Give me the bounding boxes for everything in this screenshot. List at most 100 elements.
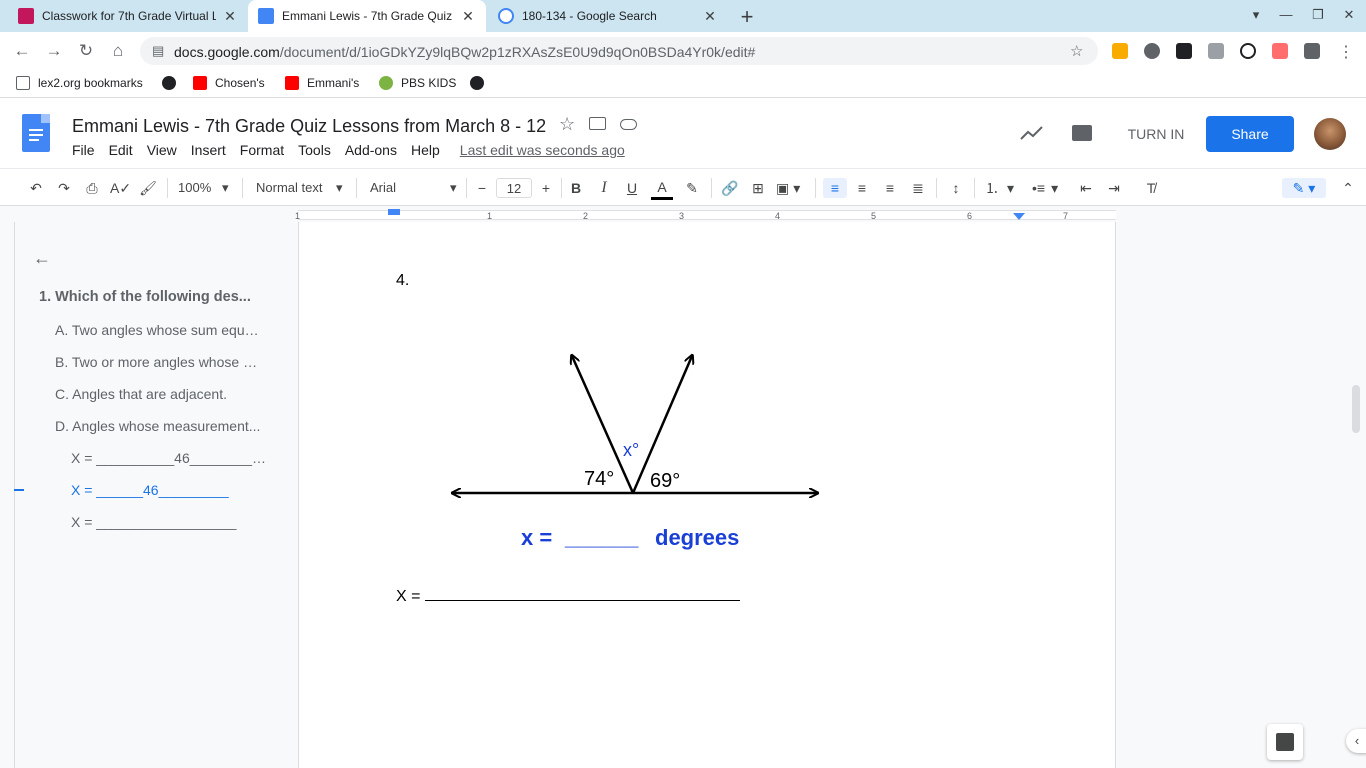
- new-tab-button[interactable]: +: [738, 4, 756, 30]
- bookmark-folder[interactable]: lex2.org bookmarks: [16, 76, 143, 90]
- outline-heading-1[interactable]: 1. Which of the following des...: [39, 289, 261, 305]
- extensions-puzzle-icon[interactable]: [1304, 43, 1320, 59]
- insert-link-icon[interactable]: 🔗: [720, 178, 740, 198]
- print-icon[interactable]: ⎙: [82, 178, 102, 198]
- bold-icon[interactable]: B: [567, 178, 585, 198]
- maximize-icon[interactable]: ❐: [1309, 7, 1327, 23]
- text-color-icon[interactable]: A: [651, 178, 673, 200]
- decrease-font-size-icon[interactable]: −: [473, 178, 491, 198]
- menu-addons[interactable]: Add-ons: [345, 142, 397, 158]
- menu-view[interactable]: View: [147, 142, 177, 158]
- bookmark-globe-2[interactable]: [470, 76, 492, 90]
- outline-item[interactable]: X = __________46___________: [71, 450, 271, 466]
- cloud-status-icon[interactable]: [620, 119, 637, 130]
- close-tab-icon[interactable]: ✕: [222, 8, 238, 24]
- browser-tab-docs[interactable]: Emmani Lewis - 7th Grade Quiz L ✕: [248, 0, 486, 32]
- copy-extension-icon[interactable]: [1208, 43, 1224, 59]
- paint-format-icon[interactable]: 🖌: [138, 178, 158, 198]
- browser-menu-icon[interactable]: ⋮: [1338, 42, 1354, 62]
- first-line-indent-marker[interactable]: [388, 209, 400, 215]
- back-icon[interactable]: ←: [11, 40, 33, 62]
- star-icon[interactable]: ☆: [559, 114, 575, 135]
- font-size-input[interactable]: 12: [496, 178, 532, 198]
- align-center-icon[interactable]: ≡: [852, 178, 872, 198]
- activity-trend-icon[interactable]: [1020, 125, 1044, 141]
- menu-edit[interactable]: Edit: [109, 142, 133, 158]
- scrollbar-thumb[interactable]: [1352, 385, 1360, 433]
- tab-search-icon[interactable]: ▾: [1247, 7, 1265, 23]
- outline-item[interactable]: X = __________________: [71, 514, 271, 530]
- minimize-icon[interactable]: —: [1277, 7, 1295, 22]
- browser-tab-search[interactable]: 180-134 - Google Search ✕: [488, 0, 728, 32]
- side-panel-toggle-icon[interactable]: ‹: [1346, 729, 1366, 753]
- redo-icon[interactable]: ↷: [54, 178, 74, 198]
- move-folder-icon[interactable]: [589, 117, 606, 130]
- align-justify-icon[interactable]: ≣: [908, 178, 928, 198]
- bookmark-star-icon[interactable]: ☆: [1070, 42, 1083, 60]
- docs-logo-icon[interactable]: [22, 114, 50, 152]
- underline-icon[interactable]: U: [623, 178, 641, 198]
- align-left-icon[interactable]: ≡: [823, 178, 847, 198]
- shield-extension-icon[interactable]: [1144, 43, 1160, 59]
- bulleted-list-icon[interactable]: •≡ ▾: [1032, 178, 1068, 198]
- avatar[interactable]: [1314, 118, 1346, 150]
- document-page[interactable]: 4. 74° 69° x° x = ______ degrees X =: [298, 222, 1116, 768]
- ruler-bar[interactable]: 1 1 2 3 4 5 6 7: [295, 209, 1116, 221]
- bookmark-pbs-kids[interactable]: PBS KIDS: [379, 76, 456, 90]
- address-bar[interactable]: ▤ docs.google.com/document/d/1ioGDkYZy9l…: [140, 37, 1098, 65]
- answer-blank[interactable]: [424, 587, 740, 601]
- editing-mode-icon[interactable]: ✎ ▾: [1282, 178, 1326, 198]
- line-spacing-icon[interactable]: ↕: [946, 178, 966, 198]
- home-icon[interactable]: ⌂: [107, 40, 129, 62]
- close-tab-icon[interactable]: ✕: [702, 8, 718, 24]
- numbered-list-icon[interactable]: ⒈ ▾: [985, 178, 1021, 198]
- increase-indent-icon[interactable]: ⇥: [1104, 178, 1124, 198]
- window-close-icon[interactable]: ✕: [1340, 7, 1358, 23]
- forward-icon[interactable]: →: [43, 40, 65, 62]
- menu-help[interactable]: Help: [411, 142, 440, 158]
- turn-in-button[interactable]: TURN IN: [1117, 116, 1195, 152]
- zoom-select[interactable]: 100% ▾: [178, 178, 234, 198]
- add-comment-icon[interactable]: ⊞: [748, 178, 768, 198]
- classroom-extension-icon[interactable]: [1112, 43, 1128, 59]
- increase-font-size-icon[interactable]: +: [537, 178, 555, 198]
- bookmark-globe[interactable]: [162, 76, 184, 90]
- power-extension-icon[interactable]: [1240, 43, 1256, 59]
- menu-format[interactable]: Format: [240, 142, 284, 158]
- bookmark-chosens[interactable]: Chosen's: [193, 76, 265, 90]
- bookmark-emmanis[interactable]: Emmani's: [285, 76, 359, 90]
- outline-item[interactable]: C. Angles that are adjacent.: [55, 386, 261, 402]
- font-select[interactable]: Arial ▾: [370, 178, 462, 198]
- undo-icon[interactable]: ↶: [26, 178, 46, 198]
- menu-file[interactable]: File: [72, 142, 95, 158]
- paragraph-style-select[interactable]: Normal text ▾: [256, 178, 348, 198]
- screencast-extension-icon[interactable]: [1272, 43, 1288, 59]
- clear-formatting-icon[interactable]: T̸: [1141, 178, 1161, 198]
- outline-item[interactable]: A. Two angles whose sum equa...: [55, 322, 263, 338]
- insert-image-icon[interactable]: ▣ ▾: [776, 178, 808, 198]
- answer-line[interactable]: X =: [396, 587, 740, 606]
- highlight-color-icon[interactable]: ✎: [682, 178, 702, 198]
- outline-item-active[interactable]: X = ______46_________: [71, 482, 271, 498]
- reload-icon[interactable]: ↻: [75, 40, 97, 62]
- site-info-icon[interactable]: ▤: [152, 43, 164, 59]
- menu-insert[interactable]: Insert: [191, 142, 226, 158]
- explore-button[interactable]: [1267, 724, 1303, 760]
- puzzle-grid-extension-icon[interactable]: [1176, 43, 1192, 59]
- align-right-icon[interactable]: ≡: [880, 178, 900, 198]
- close-tab-icon[interactable]: ✕: [460, 8, 476, 24]
- decrease-indent-icon[interactable]: ⇤: [1076, 178, 1096, 198]
- share-button[interactable]: Share: [1206, 116, 1294, 152]
- browser-tab-classwork[interactable]: Classwork for 7th Grade Virtual L ✕: [8, 0, 248, 32]
- last-edit-link[interactable]: Last edit was seconds ago: [460, 142, 625, 158]
- collapse-menus-icon[interactable]: ⌃: [1338, 178, 1358, 198]
- outline-item[interactable]: B. Two or more angles whose s...: [55, 354, 261, 370]
- close-outline-arrow-icon[interactable]: ←: [33, 248, 51, 269]
- italic-icon[interactable]: I: [595, 178, 613, 198]
- document-title[interactable]: Emmani Lewis - 7th Grade Quiz Lessons fr…: [72, 116, 546, 137]
- right-indent-marker[interactable]: [1013, 213, 1025, 220]
- menu-tools[interactable]: Tools: [298, 142, 331, 158]
- spellcheck-icon[interactable]: A✓: [110, 178, 131, 198]
- outline-item[interactable]: D. Angles whose measurement...: [55, 418, 261, 434]
- comments-icon[interactable]: [1072, 125, 1092, 141]
